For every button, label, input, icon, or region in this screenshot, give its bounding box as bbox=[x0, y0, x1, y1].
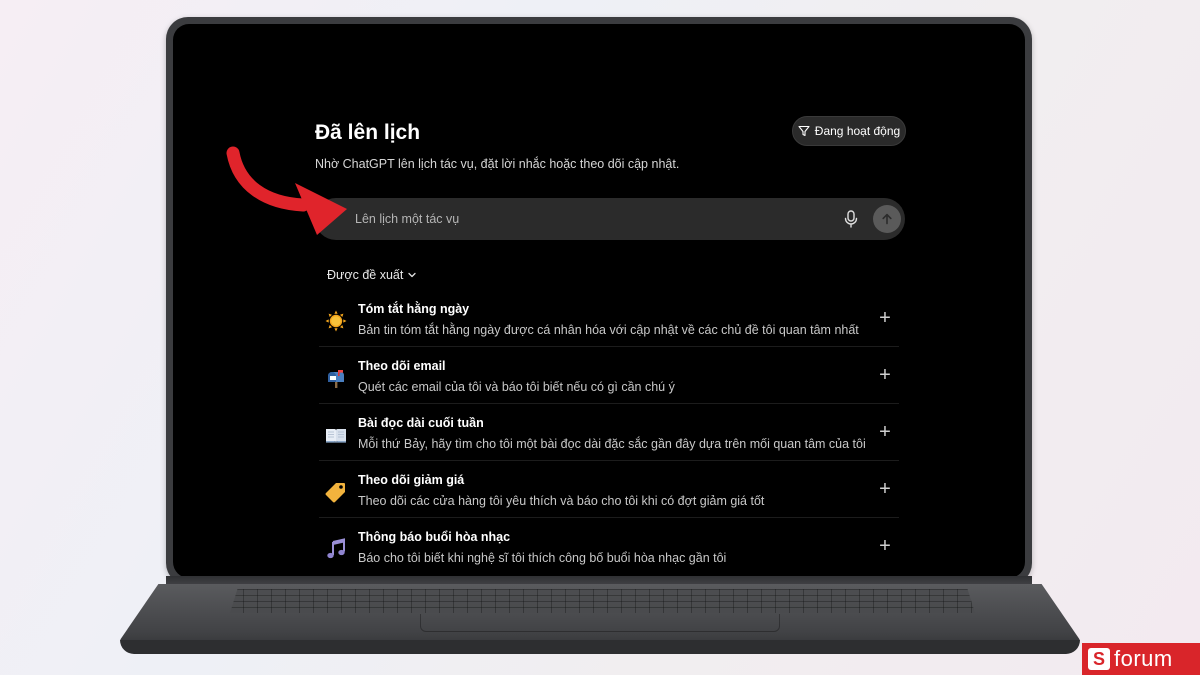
arrow-up-icon bbox=[882, 213, 892, 225]
item-title: Tóm tắt hằng ngày bbox=[358, 302, 470, 316]
music-note-icon bbox=[327, 538, 345, 559]
list-item[interactable]: Bài đọc dài cuối tuần Mỗi thứ Bảy, hãy t… bbox=[319, 404, 899, 461]
add-icon[interactable]: + bbox=[875, 308, 895, 328]
microphone-icon[interactable] bbox=[844, 210, 858, 228]
list-item[interactable]: Tóm tắt hằng ngày Bản tin tóm tắt hằng n… bbox=[319, 290, 899, 347]
item-description: Bản tin tóm tắt hằng ngày được cá nhân h… bbox=[358, 323, 859, 337]
laptop-lid: Đã lên lịch Nhờ ChatGPT lên lịch tác vụ,… bbox=[166, 17, 1032, 585]
laptop-trackpad bbox=[420, 614, 780, 632]
item-title: Bài đọc dài cuối tuần bbox=[358, 416, 484, 430]
item-description: Theo dõi các cửa hàng tôi yêu thích và b… bbox=[358, 494, 765, 508]
filter-icon bbox=[798, 125, 810, 137]
suggested-label: Được đề xuất bbox=[327, 268, 404, 282]
page-subtitle: Nhờ ChatGPT lên lịch tác vụ, đặt lời nhắ… bbox=[315, 157, 680, 171]
add-icon[interactable]: + bbox=[875, 422, 895, 442]
add-icon[interactable]: + bbox=[875, 479, 895, 499]
brand-text: forum bbox=[1114, 646, 1173, 671]
annotation-arrow-icon bbox=[226, 146, 347, 235]
item-description: Quét các email của tôi và báo tôi biết n… bbox=[358, 380, 675, 394]
list-item[interactable]: Theo dõi giảm giá Theo dõi các cửa hàng … bbox=[319, 461, 899, 518]
list-item[interactable]: Theo dõi email Quét các email của tôi và… bbox=[319, 347, 899, 404]
item-title: Theo dõi giảm giá bbox=[358, 473, 465, 487]
chevron-down-icon bbox=[408, 272, 416, 278]
item-title: Theo dõi email bbox=[358, 359, 446, 373]
price-tag-icon bbox=[325, 483, 345, 503]
add-icon[interactable]: + bbox=[875, 365, 895, 385]
laptop-screen: Đã lên lịch Nhờ ChatGPT lên lịch tác vụ,… bbox=[173, 24, 1025, 578]
open-book-icon bbox=[326, 429, 346, 443]
schedule-task-input[interactable] bbox=[355, 198, 825, 240]
page-title: Đã lên lịch bbox=[315, 121, 421, 144]
suggested-dropdown[interactable]: Được đề xuất bbox=[327, 268, 417, 282]
add-icon[interactable]: + bbox=[875, 536, 895, 556]
send-button[interactable] bbox=[873, 205, 901, 233]
sun-icon bbox=[325, 310, 347, 332]
item-title: Thông báo buổi hòa nhạc bbox=[358, 530, 511, 544]
sforum-logo: S forum bbox=[1082, 643, 1200, 675]
laptop-keyboard bbox=[230, 589, 975, 613]
suggestion-list: Tóm tắt hằng ngày Bản tin tóm tắt hằng n… bbox=[319, 290, 899, 575]
filter-label: Đang hoạt động bbox=[814, 124, 901, 138]
filter-active-button[interactable]: Đang hoạt động bbox=[792, 116, 906, 146]
list-item[interactable]: Thông báo buổi hòa nhạc Báo cho tôi biết… bbox=[319, 518, 899, 575]
item-description: Báo cho tôi biết khi nghệ sĩ tôi thích c… bbox=[358, 551, 727, 565]
item-description: Mỗi thứ Bảy, hãy tìm cho tôi một bài đọc… bbox=[358, 437, 866, 451]
brand-letter: S bbox=[1088, 648, 1110, 670]
mailbox-icon bbox=[328, 370, 344, 388]
schedule-composer bbox=[315, 198, 905, 240]
laptop-base-edge bbox=[120, 640, 1080, 654]
